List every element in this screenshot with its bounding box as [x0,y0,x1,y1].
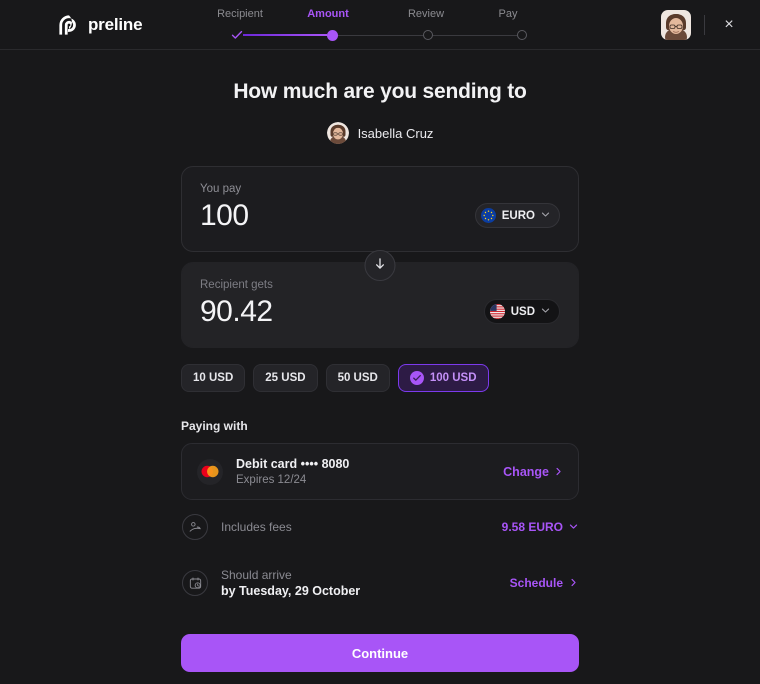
recipient-name: Isabella Cruz [357,125,434,141]
change-payment-method-button[interactable]: Change [503,465,563,479]
chevron-down-icon [541,210,550,221]
step-line-3 [432,34,517,36]
step-node-pay-ring[interactable] [516,30,527,40]
should-arrive-row[interactable]: Should arrive by Tuesday, 29 October Sch… [181,554,579,612]
schedule-button[interactable]: Schedule [510,576,578,590]
step-labels: Recipient Amount Review Pay [205,8,545,20]
close-button[interactable]: × [718,14,740,36]
main-content: How much are you sending to Isabella Cru… [0,50,760,684]
brand-name: preline [88,14,143,34]
preline-spiral-logo-icon [58,14,80,36]
quick-amount-10[interactable]: 10 USD [181,364,246,392]
currency-label-gets: USD [510,305,535,318]
quick-amount-10-label: 10 USD [193,372,234,384]
step-track [205,27,545,43]
you-pay-row: 100 EURO [200,199,560,232]
step-node-recipient-check[interactable] [231,29,243,41]
recipient-gets-value[interactable]: 90.42 [200,295,273,328]
recipient-avatar [326,122,349,144]
continue-button[interactable]: Continue [181,634,579,672]
quick-amount-chips: 10 USD 25 USD 50 USD 100 USD [181,364,579,392]
arrow-down-icon [374,257,387,275]
step-label-pay[interactable]: Pay [471,8,545,20]
quick-amount-25-label: 25 USD [265,372,306,384]
calendar-clock-icon [182,570,208,596]
recipient-row: Isabella Cruz [0,122,760,144]
chevron-down-icon [541,306,550,317]
app-root: preline Recipient Amount Review Pay × Ho… [0,0,760,684]
payment-method-row[interactable]: Debit card •••• 8080 Expires 12/24 Chang… [181,443,579,500]
us-flag-icon [489,304,505,319]
check-icon [231,29,243,41]
should-arrive-main: Should arrive by Tuesday, 29 October [221,568,497,598]
quick-amount-100-label: 100 USD [429,372,477,384]
user-avatar[interactable] [661,10,691,40]
payment-method-title: Debit card •••• 8080 [236,457,350,471]
quick-amount-50-label: 50 USD [337,372,378,384]
header-right: × [661,0,740,50]
step-label-recipient[interactable]: Recipient [205,8,275,20]
you-pay-label: You pay [200,183,242,195]
eu-flag-icon [480,208,496,223]
includes-fees-row[interactable]: Includes fees 9.58 EURO [181,500,579,554]
payment-method-subtitle: Expires 12/24 [236,474,307,486]
chevron-down-icon [569,520,578,534]
header-divider [704,15,705,35]
quick-amount-25[interactable]: 25 USD [253,364,318,392]
mastercard-icon [197,458,223,485]
quick-amount-50[interactable]: 50 USD [325,364,390,392]
schedule-label: Schedule [509,576,563,590]
currency-select-gets[interactable]: USD [483,299,560,324]
should-arrive-label: Should arrive [221,568,292,582]
recipient-gets-row: 90.42 USD [200,295,560,328]
chevron-right-icon [569,576,578,590]
includes-fees-value: 9.58 EURO [501,520,563,534]
change-label: Change [503,464,549,479]
step-line-filled [243,34,328,36]
paying-with-label: Paying with [181,419,248,433]
you-pay-input[interactable]: 100 [200,199,249,232]
currency-label-pay: EURO [501,209,535,222]
payment-method-texts: Debit card •••• 8080 Expires 12/24 [236,457,490,486]
step-node-amount-dot[interactable] [327,29,339,41]
step-label-amount[interactable]: Amount [275,8,381,20]
page-title: How much are you sending to [233,80,527,103]
brand-logo[interactable]: preline [58,14,143,36]
coins-icon [182,514,208,540]
includes-fees-value-button[interactable]: 9.58 EURO [502,520,578,534]
quick-amount-100[interactable]: 100 USD [397,364,489,392]
step-line-2 [338,34,423,36]
chevron-right-icon [554,465,563,479]
currency-select-pay[interactable]: EURO [474,203,560,228]
you-pay-card: You pay 100 EURO [181,166,579,252]
swap-currencies-button[interactable] [364,250,396,281]
step-node-review-ring[interactable] [422,30,433,40]
includes-fees-main: Includes fees [221,518,489,536]
app-header: preline Recipient Amount Review Pay × [0,0,760,50]
check-circle-icon [409,371,424,385]
should-arrive-value: by Tuesday, 29 October [221,584,361,598]
amount-panel: You pay 100 EURO Recipient gets 90.42 US… [181,166,579,612]
includes-fees-label: Includes fees [221,520,292,534]
progress-steps: Recipient Amount Review Pay [205,8,545,43]
step-label-review[interactable]: Review [381,8,471,20]
